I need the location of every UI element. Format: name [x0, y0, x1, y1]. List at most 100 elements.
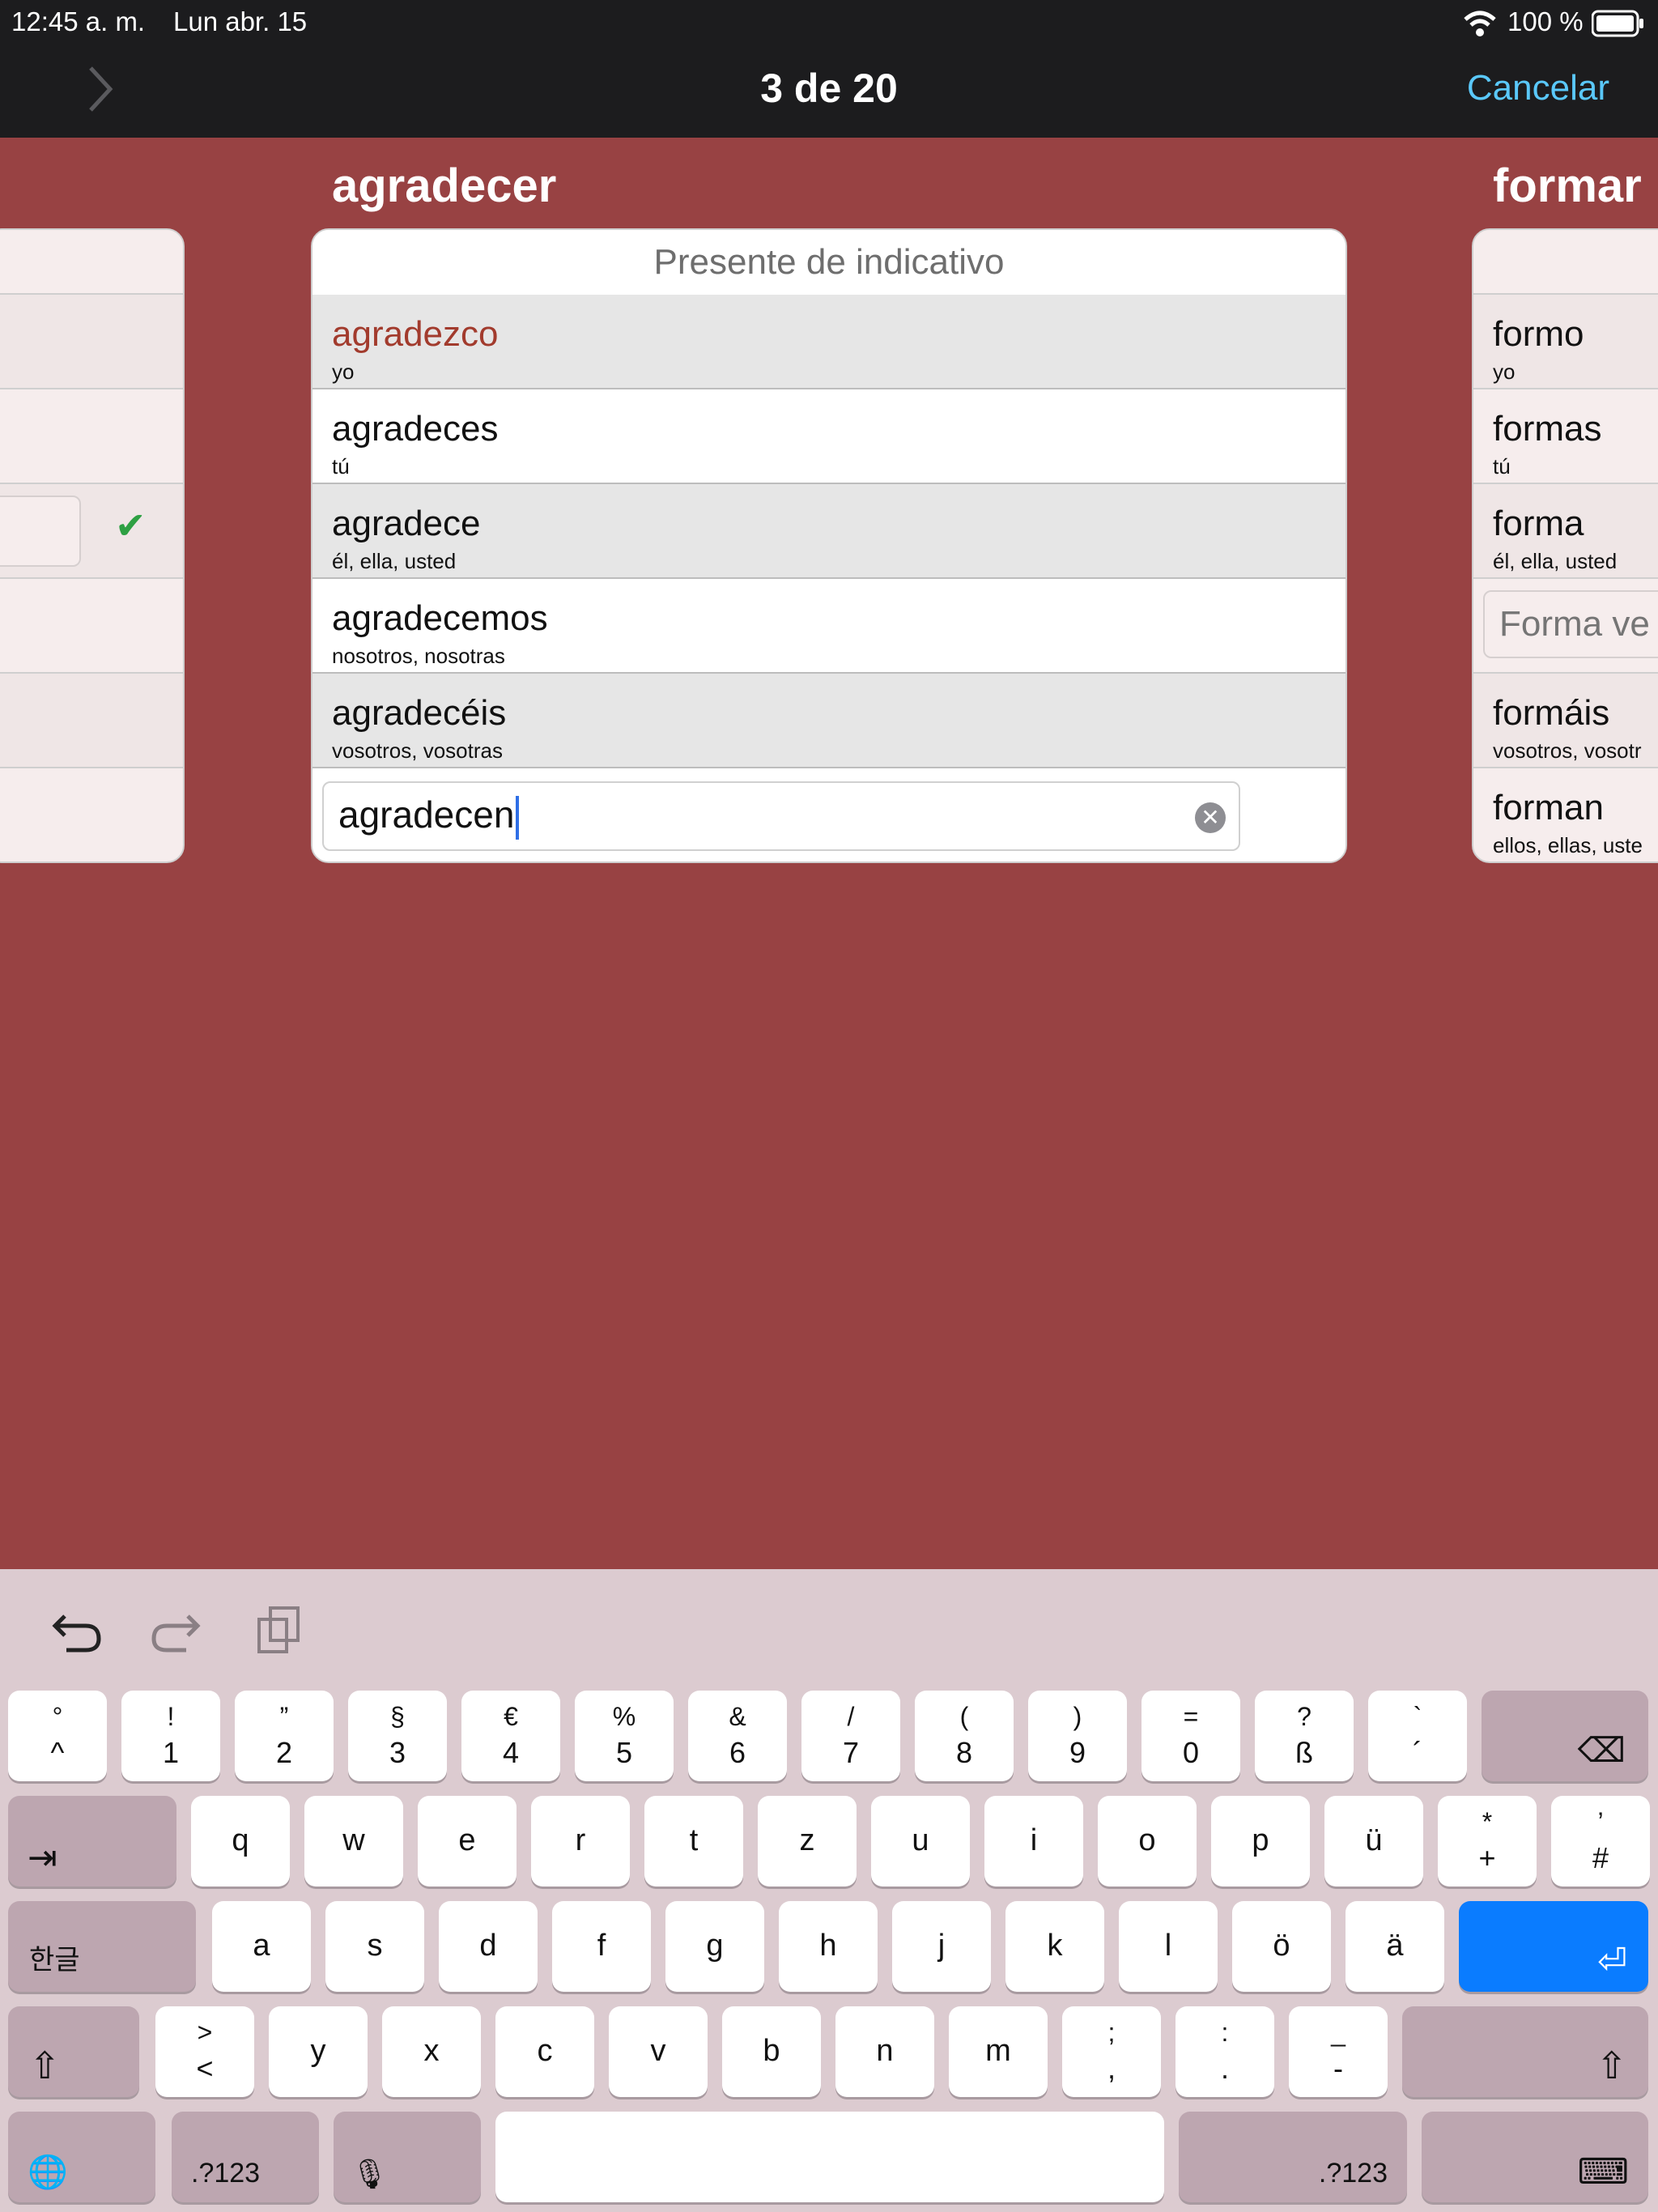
pronoun-label: yo	[332, 359, 355, 384]
pronoun-label: vosotros, vosotras	[332, 738, 503, 763]
key-s[interactable]: s	[325, 1901, 424, 1992]
key-letter: i	[1030, 1823, 1038, 1857]
key-ü[interactable]: ü	[1324, 1796, 1423, 1887]
key-h[interactable]: h	[779, 1901, 878, 1992]
key-shift-symbol: /	[847, 1702, 855, 1731]
return-key[interactable]: ⏎	[1459, 1901, 1648, 1992]
key-7[interactable]: /7	[801, 1691, 900, 1781]
key-w[interactable]: w	[304, 1796, 403, 1887]
key-letter: v	[650, 2034, 666, 2068]
keyboard-row-qwertz: q w e r t z u i o p ü * +’ #	[0, 1796, 1658, 1890]
key-shift-symbol: §	[390, 1702, 405, 1731]
clear-icon[interactable]: ✕	[1195, 802, 1226, 833]
key-6[interactable]: & 6	[688, 1691, 787, 1781]
microphone-key[interactable]: 🎙	[334, 2112, 481, 2202]
numbers-label: .?123	[1318, 2158, 1388, 2189]
key-less-than[interactable]: > <	[155, 2006, 254, 2097]
verb-title: agradecer	[332, 160, 557, 212]
key-ö[interactable]: ö	[1232, 1901, 1331, 1992]
key-letter: x	[423, 2034, 440, 2068]
key-symbol: <	[196, 2052, 214, 2085]
key-c[interactable]: c	[495, 2006, 594, 2097]
key-a[interactable]: a	[212, 1901, 311, 1992]
key-symbol: #	[1592, 1841, 1609, 1874]
key-,[interactable]: ;,	[1062, 2006, 1161, 2097]
key-d[interactable]: d	[439, 1901, 538, 1992]
space-key[interactable]	[495, 2112, 1164, 2202]
key-m[interactable]: m	[949, 2006, 1048, 2097]
key-8[interactable]: (8	[915, 1691, 1014, 1781]
key-^[interactable]: ° ^	[8, 1691, 107, 1781]
key-letter: p	[1252, 1823, 1269, 1857]
key--[interactable]: _ -	[1289, 2006, 1388, 2097]
key-r[interactable]: r	[531, 1796, 630, 1887]
key-shift-symbol: !	[167, 1702, 175, 1731]
key-5[interactable]: % 5	[575, 1691, 674, 1781]
verb-form: formo	[1493, 314, 1584, 354]
paste-icon[interactable]	[253, 1602, 309, 1658]
key-i[interactable]: i	[984, 1796, 1083, 1887]
key-symbol: +	[1478, 1841, 1496, 1874]
key-2[interactable]: ” 2	[235, 1691, 334, 1781]
key-4[interactable]: €4	[461, 1691, 560, 1781]
table-row	[0, 674, 183, 768]
answer-input[interactable]: agradecen ✕	[322, 781, 1240, 851]
numbers-key-right[interactable]: .?123	[1179, 2112, 1407, 2202]
numbers-key-left[interactable]: .?123	[172, 2112, 319, 2202]
key-p[interactable]: p	[1211, 1796, 1310, 1887]
hide-keyboard-key[interactable]: ⌨	[1422, 2112, 1648, 2202]
table-row	[1473, 579, 1658, 674]
globe-key[interactable]: 🌐	[8, 2112, 155, 2202]
key-x[interactable]: x	[382, 2006, 481, 2097]
verb-form: agradecemos	[332, 598, 548, 638]
key-1[interactable]: ! 1	[121, 1691, 220, 1781]
answer-input[interactable]	[1483, 590, 1658, 658]
key-j[interactable]: j	[892, 1901, 991, 1992]
key-symbol: 5	[615, 1736, 633, 1769]
key-ß[interactable]: ? ß	[1255, 1691, 1354, 1781]
check-icon: ✔	[115, 504, 147, 547]
verb-form: agradezco	[332, 314, 499, 354]
cancel-button[interactable]: Cancelar	[1467, 68, 1609, 108]
key-3[interactable]: § 3	[348, 1691, 447, 1781]
key-n[interactable]: n	[835, 2006, 934, 2097]
key-l[interactable]: l	[1119, 1901, 1218, 1992]
key-k[interactable]: k	[1005, 1901, 1104, 1992]
key-z[interactable]: z	[758, 1796, 857, 1887]
key-g[interactable]: g	[665, 1901, 764, 1992]
delete-key[interactable]: ⌫	[1482, 1691, 1648, 1781]
key-ä[interactable]: ä	[1346, 1901, 1444, 1992]
key-.[interactable]: :.	[1175, 2006, 1274, 2097]
key-u[interactable]: u	[871, 1796, 970, 1887]
key-b[interactable]: b	[722, 2006, 821, 2097]
key-+[interactable]: * +	[1438, 1796, 1537, 1887]
key-´[interactable]: ` ´	[1368, 1691, 1467, 1781]
key-0[interactable]: = 0	[1141, 1691, 1240, 1781]
status-time: 12:45 a. m.	[11, 6, 146, 36]
key-letter: z	[799, 1823, 815, 1857]
key-t[interactable]: t	[644, 1796, 743, 1887]
key-o[interactable]: o	[1098, 1796, 1197, 1887]
key-9[interactable]: ) 9	[1028, 1691, 1127, 1781]
key-symbol: 9	[1069, 1736, 1086, 1769]
key-f[interactable]: f	[552, 1901, 651, 1992]
redo-icon[interactable]	[147, 1602, 204, 1658]
key-e[interactable]: e	[418, 1796, 517, 1887]
next-verb-card: formo yo formas tú forma él, ella, usted…	[1472, 228, 1658, 863]
key-symbol: 1	[162, 1736, 180, 1769]
key-#[interactable]: ’ #	[1551, 1796, 1650, 1887]
key-letter: ä	[1386, 1929, 1404, 1963]
pronoun-label: tú	[1493, 454, 1511, 479]
pronoun-label: él, ella, usted	[332, 549, 457, 573]
globe-icon: 🌐	[28, 2155, 68, 2190]
undo-icon[interactable]	[49, 1602, 105, 1658]
answer-field[interactable]	[0, 496, 81, 567]
shift-key-right[interactable]: ⇧	[1402, 2006, 1648, 2097]
pronoun-label: nosotros, nosotras	[332, 644, 505, 668]
key-q[interactable]: q	[191, 1796, 290, 1887]
key-letter: r	[575, 1823, 586, 1857]
answer-row: agradecen ✕	[312, 768, 1346, 861]
key-v[interactable]: v	[609, 2006, 708, 2097]
key-y[interactable]: y	[269, 2006, 368, 2097]
key-shift-symbol: ’	[1597, 1807, 1604, 1836]
